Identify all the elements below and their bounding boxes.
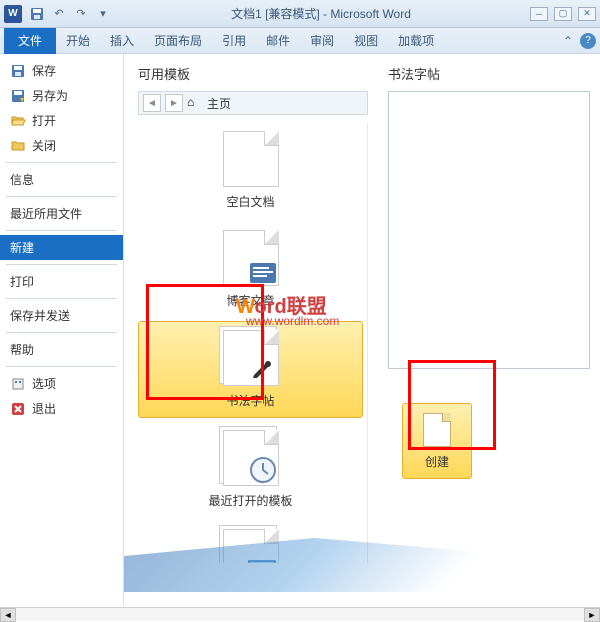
breadcrumb: ◄ ► ⌂ 主页 [138, 91, 368, 115]
minimize-ribbon-icon[interactable]: ⌃ [560, 33, 576, 49]
options-icon [10, 376, 26, 392]
sidebar-label: 关闭 [32, 137, 56, 154]
sidebar-item-info[interactable]: 信息 [0, 167, 123, 192]
sidebar-item-exit[interactable]: 退出 [0, 396, 123, 421]
breadcrumb-text[interactable]: 主页 [207, 95, 231, 112]
tab-review[interactable]: 审阅 [300, 28, 344, 53]
template-label: 空白文档 [226, 193, 274, 210]
blog-icon [223, 230, 279, 286]
sidebar-item-save[interactable]: 保存 [0, 58, 123, 83]
template-sample[interactable]: 样本模板 [138, 521, 363, 563]
tab-home[interactable]: 开始 [56, 28, 100, 53]
sidebar-item-save-send[interactable]: 保存并发送 [0, 303, 123, 328]
create-button[interactable]: 创建 [402, 403, 472, 479]
horizontal-scrollbar[interactable]: ◄ ► [0, 607, 600, 621]
sidebar-label: 打开 [32, 112, 56, 129]
sidebar-item-print[interactable]: 打印 [0, 269, 123, 294]
scroll-left-button[interactable]: ◄ [0, 608, 16, 622]
template-calligraphy[interactable]: 书法字帖 [138, 321, 363, 418]
qat-redo-icon[interactable]: ↷ [72, 5, 90, 23]
tab-references[interactable]: 引用 [212, 28, 256, 53]
breadcrumb-forward-button[interactable]: ► [165, 94, 183, 112]
exit-icon [10, 401, 26, 417]
sidebar-label: 新建 [10, 239, 34, 256]
qat-customize-icon[interactable]: ▾ [94, 5, 112, 23]
tab-addins[interactable]: 加载项 [388, 28, 444, 53]
tab-page-layout[interactable]: 页面布局 [144, 28, 212, 53]
breadcrumb-back-button[interactable]: ◄ [143, 94, 161, 112]
template-blank-document[interactable]: 空白文档 [138, 123, 363, 218]
template-label: 博客文章 [226, 292, 274, 309]
tab-mailings[interactable]: 邮件 [256, 28, 300, 53]
sidebar-item-save-as[interactable]: 另存为 [0, 83, 123, 108]
sidebar-item-recent[interactable]: 最近所用文件 [0, 201, 123, 226]
sidebar-item-open[interactable]: 打开 [0, 108, 123, 133]
create-label: 创建 [425, 453, 449, 470]
sidebar-item-options[interactable]: 选项 [0, 371, 123, 396]
home-icon[interactable]: ⌂ [187, 95, 203, 111]
help-icon[interactable]: ? [580, 33, 596, 49]
preview-title: 书法字帖 [388, 64, 590, 83]
sidebar-label: 选项 [32, 375, 56, 392]
sidebar-label: 退出 [32, 400, 56, 417]
qat-save-icon[interactable] [28, 5, 46, 23]
sample-icon [223, 529, 279, 563]
recent-icon [223, 430, 279, 486]
sidebar-label: 保存并发送 [10, 307, 70, 324]
app-icon: W [4, 5, 22, 23]
sidebar-item-help[interactable]: 帮助 [0, 337, 123, 362]
sidebar-item-new[interactable]: 新建 [0, 235, 123, 260]
scroll-right-button[interactable]: ► [584, 608, 600, 622]
maximize-button[interactable]: ▢ [554, 7, 572, 21]
sidebar-label: 帮助 [10, 341, 34, 358]
minimize-button[interactable]: ─ [530, 7, 548, 21]
template-label: 书法字帖 [226, 392, 274, 409]
open-icon [10, 113, 26, 129]
sidebar-label: 最近所用文件 [10, 205, 82, 222]
sidebar-label: 信息 [10, 171, 34, 188]
close-button[interactable]: ✕ [578, 7, 596, 21]
template-label: 最近打开的模板 [208, 492, 292, 509]
window-title: 文档1 [兼容模式] - Microsoft Word [112, 5, 530, 22]
template-blog-post[interactable]: 博客文章 [138, 222, 363, 317]
sidebar-label: 保存 [32, 62, 56, 79]
scroll-track[interactable] [16, 608, 584, 621]
sidebar-item-close[interactable]: 关闭 [0, 133, 123, 158]
sidebar-label: 另存为 [32, 87, 68, 104]
preview-pane [388, 91, 590, 369]
create-doc-icon [423, 413, 451, 447]
template-recent[interactable]: 最近打开的模板 [138, 422, 363, 517]
qat-undo-icon[interactable]: ↶ [50, 5, 68, 23]
tab-view[interactable]: 视图 [344, 28, 388, 53]
sidebar-label: 打印 [10, 273, 34, 290]
save-as-icon [10, 88, 26, 104]
tab-insert[interactable]: 插入 [100, 28, 144, 53]
template-list[interactable]: 空白文档 博客文章 书法字帖 最近打开的模板 样本模板 [138, 123, 368, 563]
backstage-sidebar: 保存 另存为 打开 关闭 信息 最近所用文件 新建 打印 保存并发送 帮助 选项 [0, 54, 124, 606]
document-icon [223, 131, 279, 187]
templates-title: 可用模板 [138, 64, 368, 83]
file-tab[interactable]: 文件 [4, 28, 56, 54]
close-folder-icon [10, 138, 26, 154]
save-icon [10, 63, 26, 79]
calligraphy-icon [223, 330, 279, 386]
